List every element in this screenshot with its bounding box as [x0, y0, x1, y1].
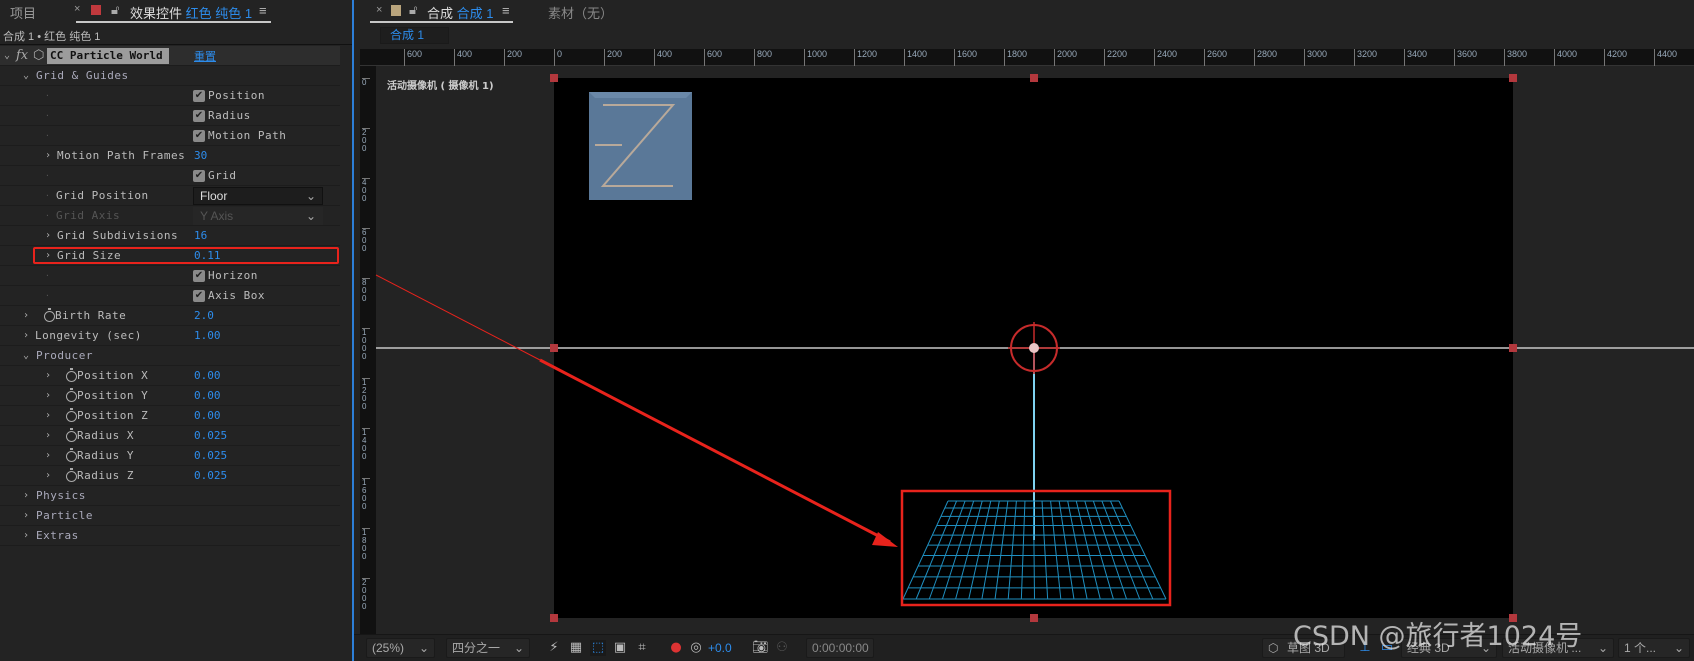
resolution-value: 四分之一 [452, 641, 501, 655]
layer-handle[interactable] [550, 344, 558, 352]
grid-line [1075, 500, 1101, 600]
fast-preview-icon[interactable]: ⚡ [546, 640, 562, 656]
exposure-reset-icon[interactable]: ◎ [688, 640, 704, 656]
view-layout-dropdown[interactable]: 1 个... ⌄ [1618, 638, 1690, 658]
grid-line [1067, 500, 1088, 600]
exposure-value[interactable]: +0.0 [708, 641, 732, 655]
magnification-dropdown[interactable]: (25%) ⌄ [366, 638, 435, 658]
cube-icon: ⬡ [1268, 641, 1279, 655]
viewer-overlay [375, 92, 1694, 607]
view-layout-value: 1 个... [1624, 641, 1657, 655]
grid-line [1020, 500, 1026, 600]
layer-handle[interactable] [550, 614, 558, 622]
grid-line [1084, 500, 1114, 600]
snapshot-camera-icon[interactable]: 📷︎ [752, 640, 769, 656]
guides-grid-icon[interactable]: ⌗ [634, 640, 650, 656]
layer-handle[interactable] [1509, 74, 1517, 82]
grid-line [968, 500, 992, 600]
watermark: CSDN @旅行者1024号 [1293, 621, 1583, 652]
chevron-down-icon: ⌄ [513, 641, 524, 655]
grid-line [1118, 500, 1167, 600]
color-channels-icon[interactable]: ● [668, 640, 684, 656]
mask-path-icon[interactable]: ⬚ [590, 640, 606, 656]
transparency-grid-icon[interactable]: ▦ [568, 640, 584, 656]
grid-line [915, 500, 958, 600]
axis-box-bevel [589, 92, 692, 98]
layer-handle[interactable] [1030, 614, 1038, 622]
grid-line [1109, 500, 1154, 600]
layer-handle[interactable] [550, 74, 558, 82]
annotation-arrow-shaft [539, 358, 891, 544]
show-snapshot-icon[interactable]: ⚇ [774, 640, 790, 656]
magnification-value: (25%) [372, 641, 405, 655]
grid-line [1058, 500, 1075, 600]
grid-line [1041, 500, 1049, 600]
grid-line [1050, 500, 1062, 600]
chevron-down-icon: ⌄ [418, 641, 429, 655]
producer-point[interactable] [1029, 343, 1039, 353]
grid-line [1092, 500, 1128, 600]
grid-line [1101, 500, 1141, 600]
resolution-dropdown[interactable]: 四分之一 ⌄ [446, 638, 530, 658]
grid-line [902, 500, 949, 600]
chevron-down-icon: ⌄ [1673, 641, 1684, 655]
grid-line [1007, 500, 1017, 600]
chevron-down-icon: ⌄ [1597, 641, 1608, 655]
region-of-interest-icon[interactable]: ▣ [612, 640, 628, 656]
timecode-field[interactable]: 0:00:00:00 [806, 638, 874, 658]
layer-handle[interactable] [1030, 74, 1038, 82]
layer-handle[interactable] [1509, 344, 1517, 352]
